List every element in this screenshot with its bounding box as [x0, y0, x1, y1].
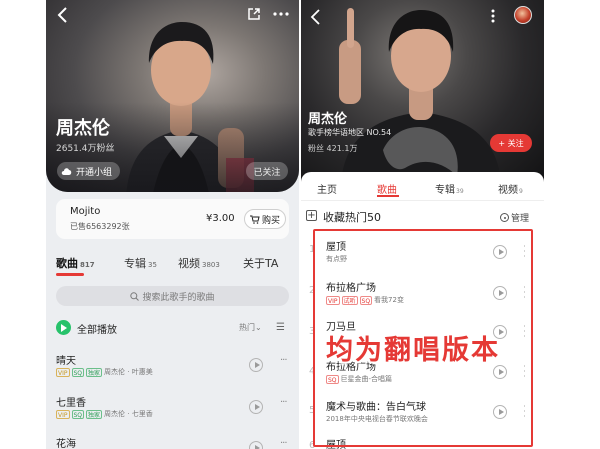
vip-badge: VIP	[56, 409, 70, 419]
list-item[interactable]: 七里香 VIP SQ 独家 周杰伦 · 七里香 ···	[56, 394, 292, 426]
active-tab-indicator	[377, 195, 399, 197]
tab-songs[interactable]: 歌曲	[377, 181, 397, 196]
tab-count: 35	[148, 261, 157, 269]
cloud-icon	[61, 168, 72, 175]
tab-songs[interactable]: 歌曲 817	[56, 255, 95, 271]
artist-song-search[interactable]: 搜索此歌手的歌曲	[56, 286, 289, 306]
exclusive-badge: 独家	[86, 409, 103, 419]
tab-label: 关于TA	[243, 257, 279, 270]
artist-name: 周杰伦	[308, 112, 348, 127]
song-title: 七里香	[56, 398, 86, 409]
tab-label: 专辑	[435, 185, 455, 196]
tab-albums[interactable]: 专辑39	[435, 181, 464, 196]
promoted-song-price: ¥3.00	[206, 213, 235, 224]
manage-button[interactable]: 管理	[500, 211, 529, 224]
collect-top50-label[interactable]: 收藏热门50	[323, 209, 381, 225]
more-icon[interactable]	[271, 6, 291, 22]
tab-count: 817	[80, 261, 95, 269]
tab-count: 3803	[202, 261, 220, 269]
play-video-icon[interactable]	[249, 358, 263, 372]
follow-button[interactable]: + 关注	[490, 134, 532, 152]
divider	[301, 200, 544, 201]
tab-label: 视频	[178, 257, 200, 270]
tab-count: 9	[519, 188, 523, 195]
play-video-icon[interactable]	[249, 400, 263, 414]
artist-tabs: 主页 歌曲 专辑39 视频9	[301, 172, 544, 200]
avatar[interactable]	[514, 6, 532, 24]
tab-about[interactable]: 关于TA	[243, 255, 278, 271]
song-meta: VIP SQ 独家 周杰伦 · 七里香	[56, 409, 153, 419]
song-artist: 周杰伦 · 七里香	[104, 410, 153, 418]
song-title: 花海	[56, 439, 76, 449]
collect-top50-row: + 收藏热门50 管理	[301, 206, 544, 226]
artist-name: 周杰伦	[56, 118, 110, 139]
open-vip-button[interactable]: 开通小组	[57, 162, 121, 180]
multi-select-icon[interactable]: ☰	[276, 322, 285, 333]
buy-label: 购买	[261, 215, 280, 226]
vip-badge: VIP	[56, 367, 70, 377]
promoted-song-title: Mojito	[70, 206, 101, 217]
sort-label: 热门	[239, 323, 255, 332]
tab-videos[interactable]: 视频 3803	[178, 255, 220, 271]
search-placeholder: 搜索此歌手的歌曲	[142, 292, 215, 303]
active-tab-indicator	[56, 273, 84, 276]
tab-label: 视频	[498, 185, 518, 196]
artist-hero: 周杰伦 2651.4万粉丝 开通小组 已关注	[46, 0, 299, 192]
more-icon[interactable]	[486, 7, 500, 25]
followed-button[interactable]: 已关注	[246, 162, 288, 180]
open-vip-label: 开通小组	[76, 167, 113, 178]
song-title: 晴天	[56, 356, 76, 367]
play-video-icon[interactable]	[249, 441, 263, 449]
more-icon[interactable]: ···	[280, 355, 287, 366]
chevron-down-icon: ⌄	[255, 323, 262, 332]
more-icon[interactable]: ···	[280, 397, 287, 408]
tab-label: 歌曲	[56, 257, 78, 270]
gear-icon	[500, 213, 509, 222]
artist-tabs: 歌曲 817 专辑 35 视频 3803 关于TA	[56, 255, 296, 277]
song-artist: 周杰伦 · 叶惠美	[104, 368, 153, 376]
tab-label: 专辑	[124, 257, 146, 270]
play-all-row: 全部播放 热门⌄ ☰	[56, 320, 292, 338]
exclusive-badge: 独家	[86, 367, 103, 377]
tab-home[interactable]: 主页	[317, 181, 337, 196]
tab-albums[interactable]: 专辑 35	[124, 255, 157, 271]
search-icon	[130, 291, 140, 301]
more-icon[interactable]: ···	[280, 438, 287, 449]
artist-hero: 周杰伦 歌手榜华语地区 NO.54 粉丝 421.1万 + 关注	[301, 0, 544, 182]
add-icon[interactable]: +	[306, 210, 317, 221]
fan-count: 粉丝 421.1万	[308, 144, 358, 153]
promoted-song-sold: 已售6563292张	[70, 222, 130, 231]
sort-dropdown[interactable]: 热门⌄	[239, 322, 262, 333]
play-all-label[interactable]: 全部播放	[77, 321, 117, 336]
cart-icon	[249, 215, 260, 224]
back-icon[interactable]	[54, 5, 72, 25]
back-icon[interactable]	[307, 7, 323, 27]
tab-videos[interactable]: 视频9	[498, 181, 523, 196]
artist-rank: 歌手榜华语地区 NO.54	[308, 128, 392, 137]
buy-button[interactable]: 购买	[244, 209, 286, 229]
tab-count: 39	[456, 188, 464, 195]
annotation-text: 均为翻唱版本	[326, 335, 500, 366]
tab-label: 主页	[317, 185, 337, 196]
play-all-icon[interactable]	[56, 320, 71, 335]
artist-photo	[339, 8, 501, 182]
left-artist-page: 周杰伦 2651.4万粉丝 开通小组 已关注 Mojito 已售6563292张…	[46, 0, 299, 449]
song-meta: VIP SQ 独家 周杰伦 · 叶惠美	[56, 367, 153, 377]
list-item[interactable]: 晴天 VIP SQ 独家 周杰伦 · 叶惠美 ···	[56, 352, 292, 384]
promoted-song-card[interactable]: Mojito 已售6563292张 ¥3.00 购买	[56, 199, 289, 239]
manage-label: 管理	[511, 214, 530, 224]
share-icon[interactable]	[246, 6, 262, 22]
sq-badge: SQ	[71, 367, 85, 377]
sq-badge: SQ	[71, 409, 85, 419]
fan-count: 2651.4万粉丝	[56, 144, 115, 154]
list-item[interactable]: 花海 ···	[56, 435, 292, 449]
